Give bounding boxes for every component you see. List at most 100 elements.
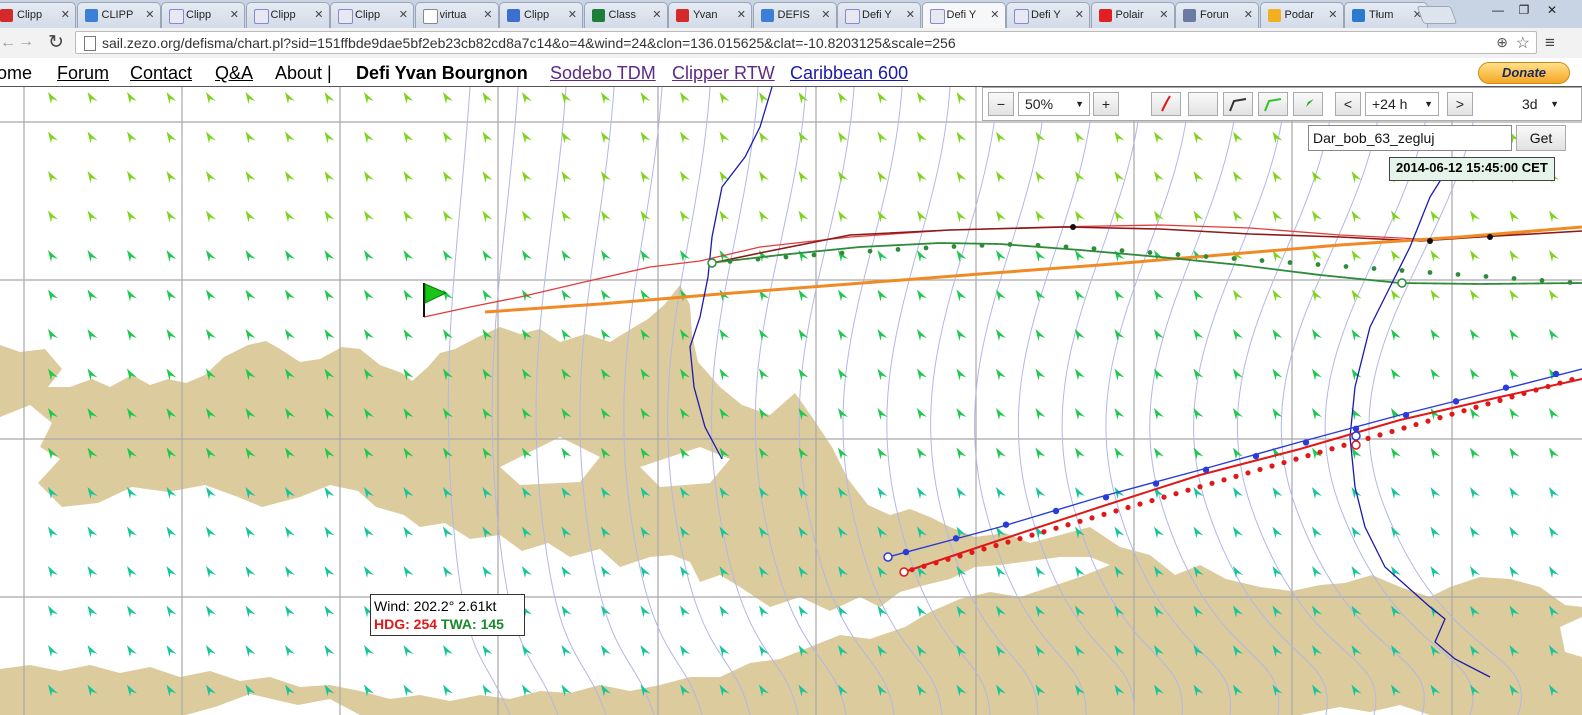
- browser-tab[interactable]: DEFIS ✕: [752, 2, 837, 28]
- nav-qa[interactable]: Q&A: [215, 63, 253, 84]
- nav-forum[interactable]: Forum: [57, 63, 109, 84]
- page-icon: [84, 36, 96, 51]
- race-link-sodebo[interactable]: Sodebo TDM: [550, 63, 656, 84]
- close-icon[interactable]: ✕: [652, 8, 661, 21]
- browser-tab[interactable]: CLIPP ✕: [76, 2, 161, 28]
- close-icon[interactable]: ✕: [314, 8, 323, 21]
- course-red-dot: [1329, 446, 1335, 452]
- datetime-badge: 2014-06-12 15:45:00 CET: [1389, 157, 1555, 181]
- wind-arrow: [1075, 368, 1085, 381]
- browser-tab[interactable]: virtua ✕: [414, 2, 499, 28]
- wind-arrow: [127, 92, 137, 104]
- close-icon[interactable]: ✕: [737, 8, 746, 21]
- bookmark-star-icon[interactable]: ☆: [1516, 33, 1530, 53]
- route-green-toggle[interactable]: [1258, 92, 1288, 116]
- close-window-icon[interactable]: ✕: [1540, 3, 1564, 21]
- wind-arrow: [87, 250, 98, 262]
- browser-tab[interactable]: Class ✕: [583, 2, 668, 28]
- wind-arrow: [285, 171, 295, 183]
- race-link-caribbean[interactable]: Caribbean 600: [790, 63, 908, 84]
- zoom-select[interactable]: 50% ▼: [1018, 92, 1090, 116]
- wind-arrow: [1154, 447, 1164, 460]
- close-icon[interactable]: ✕: [1328, 8, 1337, 21]
- close-icon[interactable]: ✕: [821, 8, 830, 21]
- boat-name-input[interactable]: [1308, 125, 1512, 151]
- close-icon[interactable]: ✕: [145, 8, 154, 21]
- browser-tab[interactable]: Defi Y ✕: [1006, 2, 1090, 28]
- browser-tab[interactable]: Defi Y ✕: [837, 2, 921, 28]
- time-prev-button[interactable]: <: [1335, 92, 1361, 116]
- wind-arrow: [87, 92, 98, 104]
- browser-tab[interactable]: Tłum ✕: [1344, 2, 1428, 28]
- route-green-dot: [1315, 262, 1321, 267]
- browser-tab-label: Podar: [1284, 9, 1314, 21]
- close-icon[interactable]: ✕: [1159, 8, 1168, 21]
- get-button[interactable]: Get: [1516, 125, 1566, 151]
- course-red-dot: [1569, 377, 1575, 383]
- browser-tab[interactable]: Clipp ✕: [330, 2, 414, 28]
- browser-tab[interactable]: Clipp ✕: [161, 2, 245, 28]
- wind-arrow: [1035, 447, 1046, 460]
- close-icon[interactable]: ✕: [906, 8, 915, 21]
- nav-contact[interactable]: Contact: [130, 63, 192, 84]
- route-green-dot: [1119, 248, 1125, 253]
- menu-icon[interactable]: ≡: [1545, 33, 1555, 53]
- browser-tab[interactable]: Forun ✕: [1175, 2, 1259, 28]
- wind-arrow: [1470, 250, 1480, 262]
- close-icon[interactable]: ✕: [230, 8, 239, 21]
- wind-arrow-toggle[interactable]: [1293, 92, 1323, 116]
- wind-arrow: [443, 92, 453, 104]
- close-icon[interactable]: ✕: [1244, 8, 1253, 21]
- wind-arrow: [917, 329, 927, 341]
- course-red-dot: [1197, 484, 1203, 490]
- wind-arrow: [838, 447, 848, 460]
- close-icon[interactable]: ✕: [568, 8, 577, 21]
- restore-icon[interactable]: ❐: [1512, 3, 1536, 21]
- close-icon[interactable]: ✕: [399, 8, 408, 21]
- route-black-toggle[interactable]: [1223, 92, 1253, 116]
- address-bar[interactable]: sail.zezo.org/defisma/chart.pl?sid=151ff…: [75, 31, 1537, 54]
- reload-icon[interactable]: ↻: [48, 31, 64, 54]
- zoom-icon[interactable]: ⊕: [1496, 34, 1508, 51]
- close-icon[interactable]: ✕: [990, 8, 999, 21]
- route-green-dot: [1371, 266, 1377, 271]
- close-icon[interactable]: ✕: [483, 8, 492, 21]
- new-tab-button[interactable]: [1416, 6, 1458, 24]
- route-marker: [883, 552, 893, 562]
- wind-arrow: [127, 210, 137, 223]
- wind-arrow: [1549, 566, 1559, 578]
- wind-arrow: [1312, 289, 1322, 302]
- close-icon[interactable]: ✕: [1075, 8, 1084, 21]
- wind-arrow: [759, 210, 769, 223]
- browser-tab[interactable]: Clipp ✕: [0, 2, 76, 28]
- wind-arrow: [798, 171, 809, 183]
- zoom-value: 50%: [1025, 96, 1054, 112]
- back-icon[interactable]: ←: [0, 34, 16, 52]
- url-text[interactable]: sail.zezo.org/defisma/chart.pl?sid=151ff…: [102, 35, 956, 51]
- wind-arrow: [245, 92, 256, 104]
- browser-tab[interactable]: Defi Y ✕: [921, 2, 1006, 28]
- blank-toggle[interactable]: [1188, 92, 1218, 116]
- zoom-out-button[interactable]: −: [988, 92, 1014, 116]
- route-red-toggle[interactable]: [1151, 92, 1181, 116]
- time-select[interactable]: +24 h ▼: [1365, 92, 1439, 116]
- wind-arrow: [1351, 171, 1362, 183]
- browser-tab[interactable]: Clipp ✕: [499, 2, 583, 28]
- minimize-icon[interactable]: —: [1486, 3, 1510, 21]
- nav-home[interactable]: ome: [0, 63, 32, 84]
- donate-button[interactable]: Donate: [1478, 62, 1570, 84]
- wind-arrow: [48, 171, 58, 183]
- forward-icon[interactable]: →: [18, 33, 34, 51]
- chart-map[interactable]: [0, 87, 1582, 715]
- browser-tab[interactable]: Podar ✕: [1259, 2, 1344, 28]
- time-next-button[interactable]: >: [1447, 92, 1473, 116]
- range-select[interactable]: 3d ▼: [1515, 92, 1565, 116]
- browser-tab[interactable]: Yvan ✕: [668, 2, 752, 28]
- zoom-in-button[interactable]: +: [1093, 92, 1119, 116]
- browser-tab[interactable]: Polair ✕: [1090, 2, 1175, 28]
- close-icon[interactable]: ✕: [61, 8, 70, 21]
- nav-about[interactable]: About |: [275, 63, 332, 84]
- wind-arrow: [1430, 566, 1441, 578]
- browser-tab[interactable]: Clipp ✕: [245, 2, 330, 28]
- race-link-clipper[interactable]: Clipper RTW: [672, 63, 775, 84]
